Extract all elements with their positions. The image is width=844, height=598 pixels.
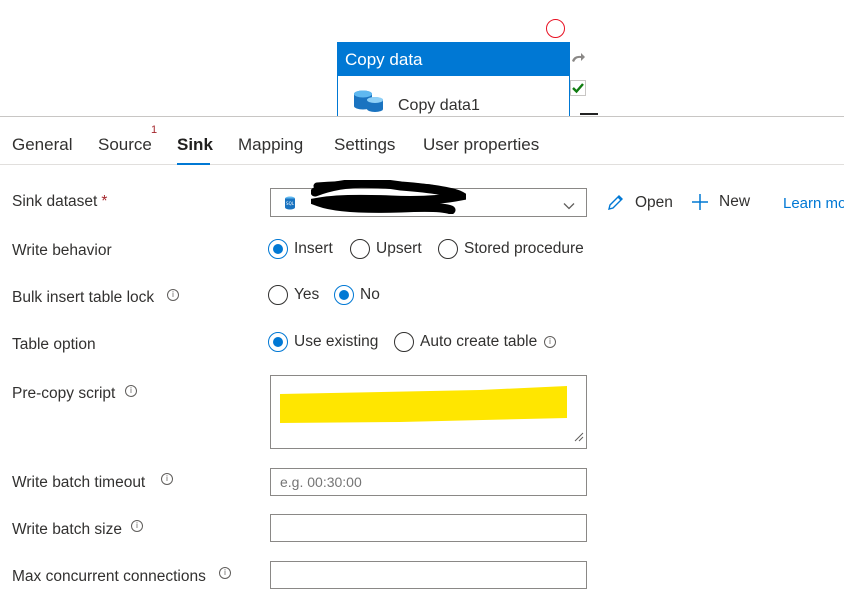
check-icon[interactable] [569,79,587,97]
required-mark: * [101,193,108,210]
pre-copy-script-label: Pre-copy script [12,385,116,402]
bulk-insert-label: Bulk insert table lock [12,289,155,306]
activity-title: Copy data [338,43,569,76]
write-batch-timeout-label: Write batch timeout [12,474,146,491]
active-tab-indicator [177,163,210,165]
write-batch-size-label: Write batch size [12,521,122,538]
table-option-auto-create-radio[interactable]: Auto create table [394,332,537,352]
write-batch-size-input[interactable] [270,514,587,542]
activity-name: Copy data1 [398,97,480,114]
redo-icon[interactable] [569,50,587,68]
radio-selected-icon [268,332,288,352]
new-dataset-button[interactable]: New [691,193,750,211]
write-behavior-upsert-radio[interactable]: Upsert [350,239,422,259]
sink-dataset-label: Sink dataset * [12,193,108,210]
divider [580,113,598,115]
resize-grip-icon[interactable] [574,429,584,446]
write-behavior-label: Write behavior [12,242,112,259]
write-behavior-insert-radio[interactable]: Insert [268,239,333,259]
radio-selected-icon [334,285,354,305]
bulk-insert-no-radio[interactable]: No [334,285,380,305]
redaction-scribble [311,180,466,214]
sql-database-icon: SQL [284,196,296,214]
redaction-highlight [280,386,567,423]
copy-data-activity[interactable]: Copy data Copy data1 [337,42,570,116]
sink-dataset-dropdown[interactable]: SQL [270,180,587,217]
table-option-use-existing-radio[interactable]: Use existing [268,332,378,352]
svg-text:SQL: SQL [286,201,295,206]
info-icon[interactable]: i [544,336,556,348]
max-concurrent-connections-label: Max concurrent connections [12,568,206,585]
info-icon[interactable]: i [167,289,179,301]
tab-sink[interactable]: Sink [177,135,213,155]
radio-selected-icon [268,239,288,259]
plus-icon [691,193,709,211]
learn-more-link[interactable]: Learn mo [783,195,844,212]
tab-bar: General Source Sink Mapping Settings Use… [0,116,844,165]
open-dataset-button[interactable]: Open [606,193,673,212]
info-icon[interactable]: i [161,473,173,485]
pipeline-canvas[interactable]: Copy data Copy data1 [0,0,844,116]
radio-unselected-icon [350,239,370,259]
tab-general[interactable]: General [12,135,72,155]
tab-user-properties[interactable]: User properties [423,135,539,155]
info-icon[interactable]: i [125,385,137,397]
tab-source[interactable]: Source [98,135,152,155]
tab-settings[interactable]: Settings [334,135,395,155]
chevron-down-icon [563,197,575,214]
pencil-icon [606,193,625,212]
error-indicator-icon [546,19,565,38]
info-icon[interactable]: i [131,520,143,532]
radio-unselected-icon [394,332,414,352]
info-icon[interactable]: i [219,567,231,579]
pre-copy-script-textarea[interactable] [270,375,587,449]
copy-data-icon [352,90,386,116]
tab-mapping[interactable]: Mapping [238,135,303,155]
table-option-label: Table option [12,336,96,353]
bulk-insert-yes-radio[interactable]: Yes [268,285,319,305]
radio-unselected-icon [438,239,458,259]
write-batch-timeout-input[interactable] [270,468,587,496]
radio-unselected-icon [268,285,288,305]
source-error-badge: 1 [151,124,158,136]
max-concurrent-connections-input[interactable] [270,561,587,589]
write-behavior-stored-procedure-radio[interactable]: Stored procedure [438,239,584,259]
